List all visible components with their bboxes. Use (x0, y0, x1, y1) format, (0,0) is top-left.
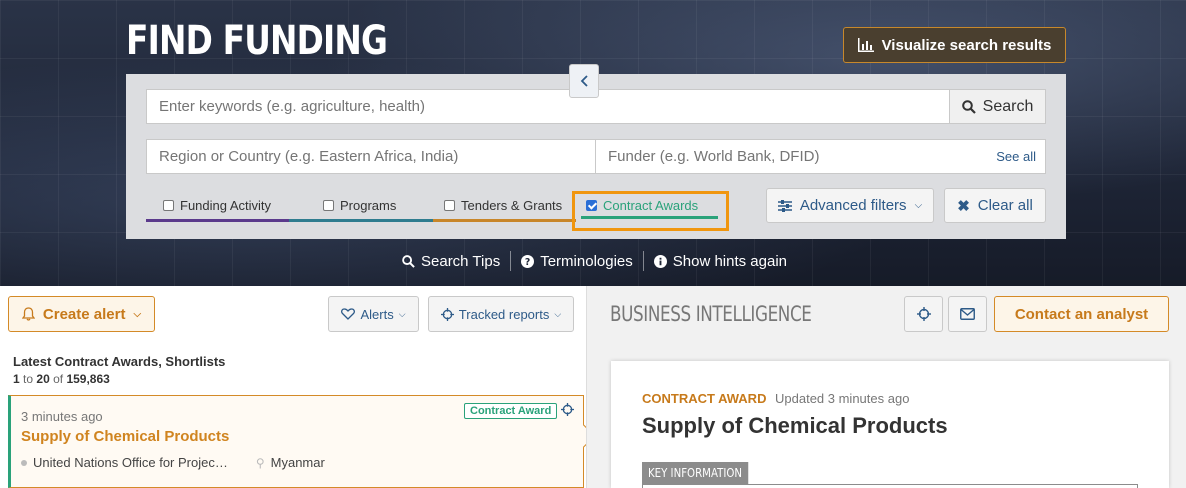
page-title: FIND FUNDING (126, 18, 388, 64)
email-button[interactable] (948, 296, 987, 332)
search-icon (961, 99, 976, 114)
hero-banner: FIND FUNDING Visualize search results Se… (0, 0, 1186, 286)
result-time: 3 minutes ago (21, 409, 103, 424)
track-icon[interactable] (561, 403, 574, 421)
business-intelligence-panel: BUSINESS INTELLIGENCE Contact an analyst… (586, 286, 1186, 488)
chevron-down-icon: ⌵ (398, 308, 406, 319)
funding-activity-checkbox[interactable] (163, 200, 174, 211)
track-button[interactable] (904, 296, 943, 332)
detail-title: Supply of Chemical Products (642, 413, 948, 438)
tab-underline (146, 219, 289, 222)
create-alert-label: Create alert (42, 305, 126, 323)
alerts-label: Alerts (360, 306, 394, 322)
bell-icon (21, 307, 35, 321)
chevron-left-icon (580, 75, 588, 87)
visualize-results-button[interactable]: Visualize search results (843, 27, 1066, 63)
question-circle-icon: ? (521, 254, 535, 268)
tenders-grants-checkbox[interactable] (444, 200, 455, 211)
crosshair-icon (440, 307, 454, 321)
search-icon (402, 254, 415, 268)
clear-all-button[interactable]: ✖ Clear all (944, 188, 1046, 223)
tab-contract-awards[interactable]: Contract Awards (576, 189, 718, 222)
envelope-icon (960, 308, 975, 320)
tracked-reports-dropdown[interactable]: Tracked reports ⌵ (428, 296, 574, 332)
result-item[interactable]: 3 minutes ago Contract Award Supply of C… (8, 395, 596, 488)
detail-type: CONTRACT AWARD (642, 391, 767, 406)
heart-icon (341, 308, 356, 320)
hints-bar: Search Tips ? Terminologies Show hints a… (402, 251, 797, 271)
count-total: 159,863 (66, 372, 110, 386)
keywords-input[interactable] (146, 89, 950, 124)
info-circle-icon (653, 254, 667, 268)
tab-tenders-grants[interactable]: Tenders & Grants (433, 189, 576, 222)
region-input[interactable] (146, 139, 596, 174)
section-title: BUSINESS INTELLIGENCE (610, 302, 812, 326)
detail-updated: Updated 3 minutes ago (775, 391, 910, 406)
contact-analyst-button[interactable]: Contact an analyst (994, 296, 1169, 332)
show-hints-link[interactable]: Show hints again (644, 253, 797, 270)
result-meta: United Nations Office for Projec… ⚲ Myan… (21, 455, 325, 470)
status-dot-icon (21, 459, 27, 466)
results-panel: Create alert ⌵ Alerts ⌵ Tracked reports … (0, 286, 596, 488)
advanced-filters-label: Advanced filters (799, 197, 907, 214)
contract-award-badge: Contract Award (464, 403, 558, 419)
contract-awards-checkbox[interactable] (586, 200, 597, 211)
chevron-down-icon: ⌵ (914, 200, 923, 211)
tab-label: Contract Awards (603, 198, 699, 213)
tab-underline (289, 219, 433, 222)
search-tips-label: Search Tips (421, 252, 501, 270)
tab-funding-activity[interactable]: Funding Activity (146, 189, 289, 222)
count-of-word: of (53, 372, 64, 386)
funder-field: See all (595, 139, 1046, 174)
programs-checkbox[interactable] (323, 200, 334, 211)
tab-label: Funding Activity (180, 198, 272, 213)
search-button-label: Search (982, 97, 1034, 115)
terminologies-label: Terminologies (540, 252, 633, 270)
terminologies-link[interactable]: ? Terminologies (511, 253, 643, 270)
count-to-word: to (23, 372, 34, 386)
detail-card: CONTRACT AWARD Updated 3 minutes ago Sup… (611, 361, 1169, 488)
tab-underline (581, 216, 718, 219)
bar-chart-icon (857, 38, 874, 52)
map-pin-icon: ⚲ (255, 455, 265, 470)
see-all-link[interactable]: See all (996, 149, 1036, 164)
key-information-box (642, 484, 1138, 488)
close-icon: ✖ (957, 197, 970, 215)
count-to: 20 (36, 372, 50, 386)
search-tips-link[interactable]: Search Tips (402, 253, 510, 270)
crosshair-icon (916, 307, 931, 321)
results-list-title: Latest Contract Awards, Shortlists (13, 354, 226, 369)
tab-label: Tenders & Grants (461, 198, 563, 213)
funder-input[interactable] (596, 140, 976, 173)
svg-text:?: ? (525, 257, 530, 268)
result-title-link[interactable]: Supply of Chemical Products (21, 428, 229, 445)
advanced-filters-button[interactable]: Advanced filters ⌵ (766, 188, 934, 223)
clear-all-label: Clear all (977, 197, 1033, 214)
visualize-results-label: Visualize search results (881, 36, 1052, 54)
tab-label: Programs (340, 198, 397, 213)
show-hints-label: Show hints again (672, 252, 788, 270)
chevron-down-icon: ⌵ (133, 308, 142, 320)
create-alert-button[interactable]: Create alert ⌵ (8, 296, 155, 332)
sliders-icon (777, 199, 792, 212)
result-organization: United Nations Office for Projec… (33, 455, 228, 470)
key-information-heading: KEY INFORMATION (642, 462, 749, 484)
result-location: Myanmar (270, 455, 325, 470)
tracked-reports-label: Tracked reports (458, 306, 550, 322)
search-button[interactable]: Search (949, 89, 1046, 124)
collapse-panel-button[interactable] (569, 64, 599, 98)
search-panel: Search See all Funding Activity Programs… (126, 74, 1066, 239)
tab-underline (433, 219, 576, 222)
alerts-dropdown[interactable]: Alerts ⌵ (328, 296, 419, 332)
tab-programs[interactable]: Programs (289, 189, 433, 222)
count-from: 1 (13, 372, 20, 386)
chevron-down-icon: ⌵ (554, 308, 562, 319)
results-count: 1 to 20 of 159,863 (13, 372, 110, 386)
